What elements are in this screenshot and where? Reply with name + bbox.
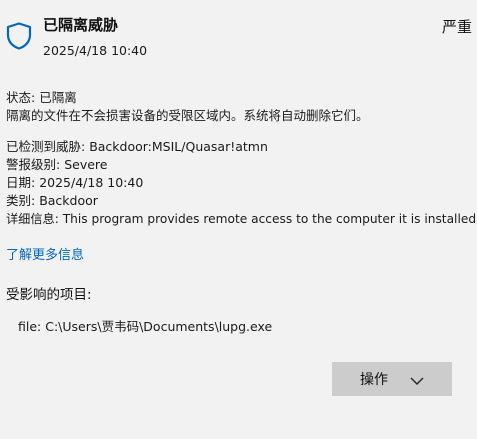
- affected-item: file: C:\Users\贾韦码\Documents\lupg.exe: [18, 319, 273, 334]
- detail-value: 2025/4/18 10:40: [39, 175, 144, 190]
- detail-alert-level: 警报级别: Severe: [6, 156, 107, 174]
- status-value: 已隔离: [39, 90, 77, 105]
- threat-title: 已隔离威胁: [43, 16, 119, 34]
- status-label: 状态:: [6, 90, 40, 105]
- status-description: 隔离的文件在不会损害设备的受限区域内。系统将自动删除它们。: [6, 108, 369, 123]
- detail-category: 类别: Backdoor: [6, 192, 98, 210]
- detail-value: Backdoor: [39, 193, 98, 208]
- threat-header: 已隔离威胁 2025/4/18 10:40 严重: [0, 0, 477, 66]
- detail-value: Severe: [64, 157, 108, 172]
- detail-threat-detected: 已检测到威胁: Backdoor:MSIL/Quasar!atmn: [6, 138, 268, 156]
- chevron-down-icon: [410, 374, 424, 385]
- detail-value: This program provides remote access to t…: [62, 212, 477, 226]
- learn-more-link[interactable]: 了解更多信息: [6, 244, 84, 263]
- affected-items-heading: 受影响的项目:: [6, 287, 92, 303]
- severity-label: 严重: [441, 18, 472, 36]
- detail-label: 警报级别:: [6, 157, 65, 172]
- shield-icon: [6, 22, 32, 50]
- detail-label: 详细信息:: [6, 212, 63, 226]
- actions-button-label: 操作: [360, 372, 388, 388]
- detail-value: Backdoor:MSIL/Quasar!atmn: [89, 139, 268, 154]
- detail-info: 详细信息: This program provides remote acces…: [6, 210, 477, 228]
- detail-label: 已检测到威胁:: [6, 139, 90, 154]
- threat-details-panel: 已隔离威胁 2025/4/18 10:40 严重 状态: 已隔离 隔离的文件在不…: [0, 0, 477, 439]
- detail-label: 日期:: [6, 175, 40, 190]
- threat-datetime: 2025/4/18 10:40: [43, 43, 148, 58]
- status-line: 状态: 已隔离: [6, 89, 77, 107]
- detail-date: 日期: 2025/4/18 10:40: [6, 174, 143, 192]
- actions-button[interactable]: 操作: [332, 362, 452, 396]
- detail-label: 类别:: [6, 193, 40, 208]
